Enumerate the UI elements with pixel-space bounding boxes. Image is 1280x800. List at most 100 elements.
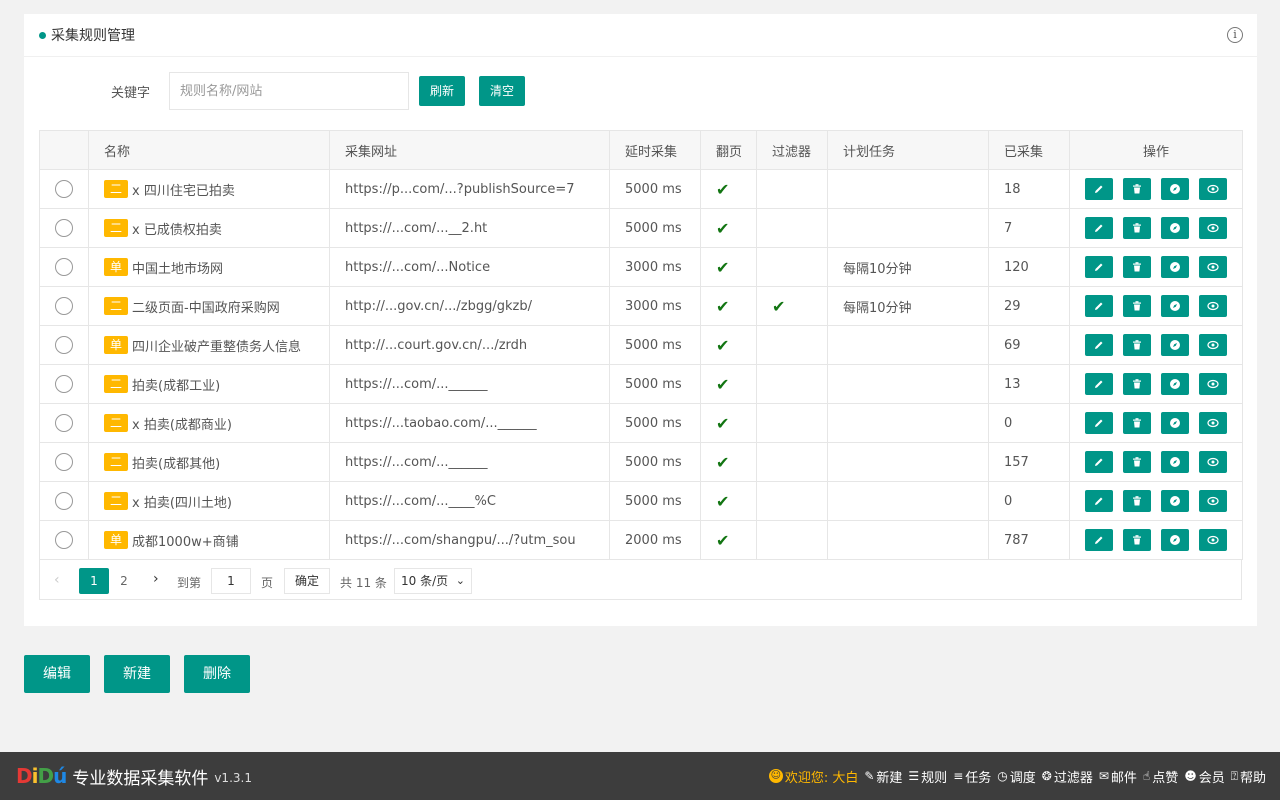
row-radio[interactable]: [55, 258, 73, 276]
footer-nav-user[interactable]: ☻ 会员: [1184, 767, 1225, 786]
table-row[interactable]: 二x 已成债权拍卖 https://...com/...__2.ht 5000 ms…: [39, 208, 1243, 248]
footer-nav-help[interactable]: ⍰ 帮助: [1231, 767, 1266, 786]
delete-row-button[interactable]: [1123, 217, 1151, 239]
page-2[interactable]: 2: [109, 568, 139, 594]
edit-row-button[interactable]: [1085, 412, 1113, 434]
delete-row-button[interactable]: [1123, 373, 1151, 395]
url-cell: https://...com/...____%C: [329, 481, 610, 521]
edit-row-button[interactable]: [1085, 334, 1113, 356]
header-name[interactable]: 名称: [88, 130, 330, 170]
search-row: 关键字 刷新 清空: [24, 72, 1257, 110]
delete-row-button[interactable]: [1123, 256, 1151, 278]
footer-nav-mail[interactable]: ✉ 邮件: [1099, 767, 1137, 786]
compass-icon: [1169, 495, 1181, 507]
clear-button[interactable]: 清空: [479, 76, 525, 106]
open-row-button[interactable]: [1161, 295, 1189, 317]
table-row[interactable]: 二x 拍卖(四川土地) https://...com/...____%C 5000 …: [39, 481, 1243, 521]
goto-page-input[interactable]: [211, 568, 251, 594]
open-row-button[interactable]: [1161, 490, 1189, 512]
rule-name: 四川企业破产重整债务人信息: [132, 339, 302, 355]
next-page-icon[interactable]: ›: [153, 571, 159, 587]
open-row-button[interactable]: [1161, 256, 1189, 278]
open-row-button[interactable]: [1161, 412, 1189, 434]
name-cell: 二拍卖(成都其他): [88, 442, 330, 482]
delete-row-button[interactable]: [1123, 178, 1151, 200]
table-row[interactable]: 二拍卖(成都其他) https://...com/...______ 5000 ms…: [39, 442, 1243, 482]
view-row-button[interactable]: [1199, 373, 1227, 395]
eye-icon: [1207, 417, 1219, 429]
view-row-button[interactable]: [1199, 412, 1227, 434]
header-url[interactable]: 采集网址: [329, 130, 610, 170]
count-cell: 7: [988, 208, 1070, 248]
delete-row-button[interactable]: [1123, 334, 1151, 356]
row-radio[interactable]: [55, 219, 73, 237]
goto-confirm-button[interactable]: 确定: [284, 568, 330, 594]
row-radio[interactable]: [55, 336, 73, 354]
open-row-button[interactable]: [1161, 217, 1189, 239]
header-count[interactable]: 已采集: [988, 130, 1070, 170]
view-row-button[interactable]: [1199, 256, 1227, 278]
delete-button[interactable]: 删除: [184, 655, 250, 693]
footer-nav-drops[interactable]: ❂ 过滤器: [1042, 767, 1093, 786]
row-radio[interactable]: [55, 414, 73, 432]
edit-row-button[interactable]: [1085, 451, 1113, 473]
delete-row-button[interactable]: [1123, 490, 1151, 512]
view-row-button[interactable]: [1199, 451, 1227, 473]
row-radio[interactable]: [55, 297, 73, 315]
delete-row-button[interactable]: [1123, 295, 1151, 317]
page-size-select[interactable]: 10 条/页 ⌄: [394, 568, 472, 594]
view-row-button[interactable]: [1199, 178, 1227, 200]
refresh-button[interactable]: 刷新: [419, 76, 465, 106]
view-row-button[interactable]: [1199, 217, 1227, 239]
view-row-button[interactable]: [1199, 490, 1227, 512]
table-row[interactable]: 单四川企业破产重整债务人信息 http://...court.gov.cn/...…: [39, 325, 1243, 365]
edit-row-button[interactable]: [1085, 178, 1113, 200]
table-row[interactable]: 二二级页面-中国政府采购网 http://...gov.cn/.../zbgg/g…: [39, 286, 1243, 326]
delete-row-button[interactable]: [1123, 529, 1151, 551]
edit-row-button[interactable]: [1085, 373, 1113, 395]
open-row-button[interactable]: [1161, 451, 1189, 473]
view-row-button[interactable]: [1199, 529, 1227, 551]
name-cell: 二x 四川住宅已拍卖: [88, 169, 330, 209]
header-paging[interactable]: 翻页: [700, 130, 757, 170]
edit-row-button[interactable]: [1085, 256, 1113, 278]
table-row[interactable]: 二x 四川住宅已拍卖 https://p...com/...?publishSou…: [39, 169, 1243, 209]
footer-nav-pencil[interactable]: ✎ 新建: [864, 767, 902, 786]
footer-nav-clock[interactable]: ◷ 调度: [997, 767, 1036, 786]
view-row-button[interactable]: [1199, 334, 1227, 356]
table-row[interactable]: 单成都1000w+商铺 https://...com/shangpu/.../?u…: [39, 520, 1243, 560]
row-radio[interactable]: [55, 531, 73, 549]
row-radio[interactable]: [55, 453, 73, 471]
open-row-button[interactable]: [1161, 373, 1189, 395]
row-radio[interactable]: [55, 180, 73, 198]
keyword-input[interactable]: [169, 72, 409, 110]
delete-row-button[interactable]: [1123, 451, 1151, 473]
prev-page-icon[interactable]: ‹: [54, 572, 60, 588]
footer-nav-list[interactable]: ≡ 任务: [953, 767, 991, 786]
header-schedule[interactable]: 计划任务: [827, 130, 989, 170]
open-row-button[interactable]: [1161, 334, 1189, 356]
header-filter[interactable]: 过滤器: [756, 130, 828, 170]
view-row-button[interactable]: [1199, 295, 1227, 317]
table-row[interactable]: 单中国土地市场网 https://...com/...Notice 3000 ms ✔…: [39, 247, 1243, 287]
row-radio[interactable]: [55, 375, 73, 393]
name-cell: 单四川企业破产重整债务人信息: [88, 325, 330, 365]
eye-icon: [1207, 534, 1219, 546]
open-row-button[interactable]: [1161, 178, 1189, 200]
footer-nav-document[interactable]: ☰ 规则: [908, 767, 947, 786]
row-radio[interactable]: [55, 492, 73, 510]
header-delay[interactable]: 延时采集: [609, 130, 701, 170]
page-1[interactable]: 1: [79, 568, 109, 594]
open-row-button[interactable]: [1161, 529, 1189, 551]
delete-row-button[interactable]: [1123, 412, 1151, 434]
table-row[interactable]: 二拍卖(成都工业) https://...com/...______ 5000 ms…: [39, 364, 1243, 404]
edit-row-button[interactable]: [1085, 295, 1113, 317]
table-row[interactable]: 二x 拍卖(成都商业) https://...taobao.com/...____…: [39, 403, 1243, 443]
edit-row-button[interactable]: [1085, 217, 1113, 239]
footer-nav-thumbs-up[interactable]: ☝ 点赞: [1143, 767, 1178, 786]
info-circle-icon[interactable]: i: [1227, 27, 1243, 43]
edit-button[interactable]: 编辑: [24, 655, 90, 693]
new-button[interactable]: 新建: [104, 655, 170, 693]
edit-row-button[interactable]: [1085, 490, 1113, 512]
edit-row-button[interactable]: [1085, 529, 1113, 551]
